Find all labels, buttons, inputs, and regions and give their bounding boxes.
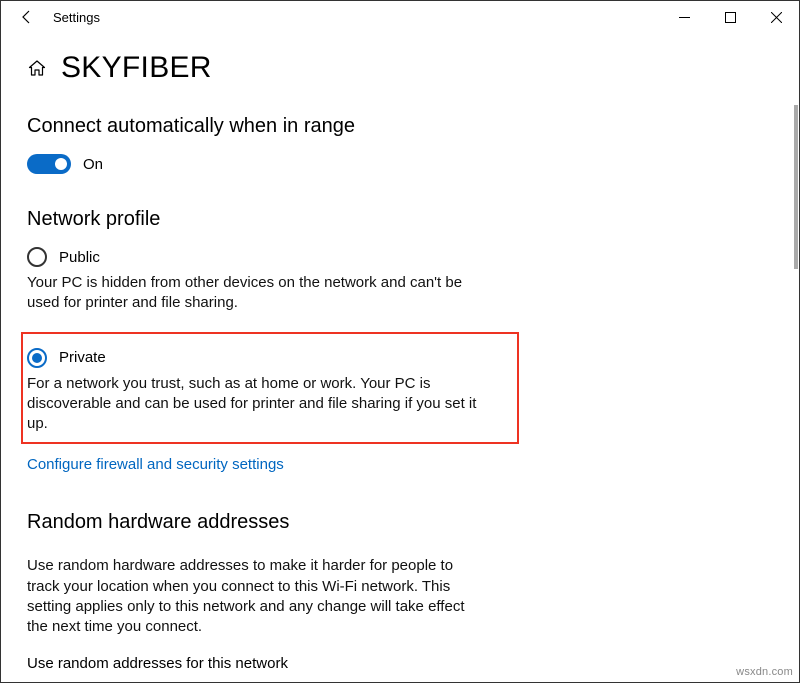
auto-connect-toggle[interactable] [27, 154, 71, 174]
toggle-knob [55, 158, 67, 170]
maximize-button[interactable] [707, 1, 753, 33]
private-description: For a network you trust, such as at home… [27, 374, 487, 435]
random-addresses-label: Use random addresses for this network [27, 655, 773, 672]
minimize-button[interactable] [661, 1, 707, 33]
auto-connect-heading: Connect automatically when in range [27, 115, 773, 138]
random-hw-description: Use random hardware addresses to make it… [27, 556, 477, 637]
back-button[interactable] [9, 1, 45, 33]
public-radio-row[interactable]: Public [27, 247, 773, 267]
arrow-left-icon [19, 9, 35, 25]
private-highlight-box: Private For a network you trust, such as… [21, 332, 519, 445]
watermark: wsxdn.com [736, 666, 793, 678]
content-area: SKYFIBER Connect automatically when in r… [1, 33, 799, 682]
firewall-settings-link[interactable]: Configure firewall and security settings [27, 456, 284, 473]
window-title: Settings [53, 10, 100, 25]
random-hw-heading: Random hardware addresses [27, 511, 773, 534]
public-radio-label: Public [59, 249, 100, 266]
window-controls [661, 1, 799, 33]
maximize-icon [725, 12, 736, 23]
close-icon [771, 12, 782, 23]
home-icon[interactable] [27, 58, 47, 78]
titlebar: Settings [1, 1, 799, 33]
close-button[interactable] [753, 1, 799, 33]
public-description: Your PC is hidden from other devices on … [27, 273, 487, 314]
radio-dot-icon [32, 353, 42, 363]
auto-connect-toggle-row: On [27, 154, 773, 174]
network-profile-heading: Network profile [27, 208, 773, 231]
public-radio[interactable] [27, 247, 47, 267]
page-header: SKYFIBER [27, 51, 773, 85]
private-radio[interactable] [27, 348, 47, 368]
private-radio-row[interactable]: Private [27, 348, 507, 368]
toggle-state-label: On [83, 156, 103, 173]
scrollbar-thumb[interactable] [794, 105, 798, 269]
minimize-icon [679, 12, 690, 23]
page-title: SKYFIBER [61, 51, 212, 85]
settings-window: Settings SKYFIBER Connect automatically … [0, 0, 800, 683]
private-radio-label: Private [59, 349, 106, 366]
